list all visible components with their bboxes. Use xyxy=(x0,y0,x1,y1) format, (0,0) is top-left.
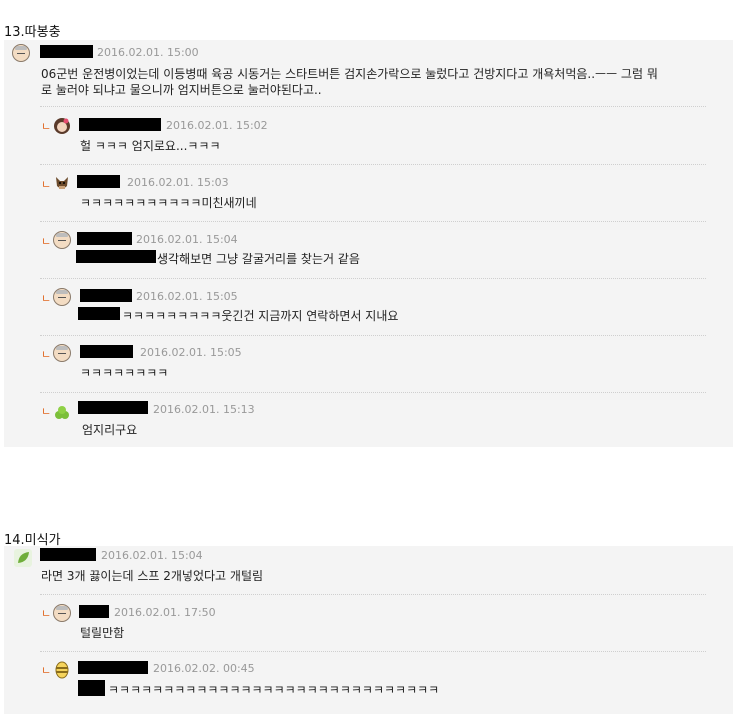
redacted-username[interactable] xyxy=(78,661,148,674)
comment-date: 2016.02.01. 15:03 xyxy=(127,176,229,189)
comment-date: 2016.02.01. 15:05 xyxy=(140,346,242,359)
comment-text: 엄지리구요 xyxy=(82,423,138,437)
reply-arrow-icon: ㄴ xyxy=(41,607,52,620)
comment-text: 라면 3개 끓이는데 스프 2개넣었다고 개털림 xyxy=(41,569,264,583)
reply-arrow-icon: ㄴ xyxy=(41,178,52,191)
comment-date: 2016.02.01. 15:04 xyxy=(101,549,203,562)
comment-date: 2016.02.01. 15:05 xyxy=(136,290,238,303)
divider xyxy=(40,335,706,336)
girl-avatar-icon[interactable] xyxy=(53,117,71,135)
divider xyxy=(40,221,706,222)
comment-text: ㅋㅋㅋㅋㅋㅋㅋㅋㅋㅋㅋ미친새끼네 xyxy=(80,196,257,210)
comment-text: ㅋㅋㅋㅋㅋㅋㅋㅋ xyxy=(80,366,169,380)
comment-date: 2016.02.02. 00:45 xyxy=(153,662,255,675)
section-title: 13.따봉충 xyxy=(4,25,61,40)
redacted-username[interactable] xyxy=(78,401,148,414)
redacted-mention xyxy=(76,250,156,263)
comment-date: 2016.02.01. 15:00 xyxy=(97,46,199,59)
redacted-mention xyxy=(78,307,120,320)
redacted-username[interactable] xyxy=(77,232,132,245)
reply-arrow-icon: ㄴ xyxy=(41,664,52,677)
reply-arrow-icon: ㄴ xyxy=(41,348,52,361)
redacted-username[interactable] xyxy=(40,45,93,58)
reply-arrow-icon: ㄴ xyxy=(41,120,52,133)
comment-text: 털릴만함 xyxy=(80,626,125,640)
redacted-username[interactable] xyxy=(80,345,133,358)
divider xyxy=(40,651,706,652)
reply-arrow-icon: ㄴ xyxy=(41,405,52,418)
divider xyxy=(40,106,706,107)
divider xyxy=(40,392,706,393)
clover-icon[interactable] xyxy=(53,404,71,422)
leaf-icon[interactable] xyxy=(14,549,32,567)
redacted-mention xyxy=(78,680,105,696)
elder-face-icon[interactable] xyxy=(12,44,30,62)
reply-arrow-icon: ㄴ xyxy=(41,292,52,305)
comment-date: 2016.02.01. 17:50 xyxy=(114,606,216,619)
comment-date: 2016.02.01. 15:02 xyxy=(166,119,268,132)
reply-arrow-icon: ㄴ xyxy=(41,235,52,248)
elder-face-icon[interactable] xyxy=(53,344,71,362)
elder-face-icon[interactable] xyxy=(53,288,71,306)
divider xyxy=(40,278,706,279)
comment-date: 2016.02.01. 15:13 xyxy=(153,403,255,416)
dog-avatar-icon[interactable] xyxy=(53,174,71,192)
redacted-username[interactable] xyxy=(80,289,132,302)
bee-icon[interactable] xyxy=(53,661,71,679)
redacted-username[interactable] xyxy=(77,175,120,188)
elder-face-icon[interactable] xyxy=(53,604,71,622)
comment-text: 06군번 운전병이었는데 이등병때 육공 시동거는 스타트버튼 검지손가락으로 … xyxy=(41,67,658,81)
comment-text: 생각해보면 그냥 갈굴거리를 찾는거 같음 xyxy=(157,252,360,266)
redacted-username[interactable] xyxy=(79,605,109,618)
comment-text: 헐 ㅋㅋㅋ 엄지로요...ㅋㅋㅋ xyxy=(80,139,221,153)
comment-date: 2016.02.01. 15:04 xyxy=(136,233,238,246)
redacted-username[interactable] xyxy=(79,118,161,131)
comment-text: ㅋㅋㅋㅋㅋㅋㅋㅋㅋㅋㅋㅋㅋㅋㅋㅋㅋㅋㅋㅋㅋㅋㅋㅋㅋㅋㅋㅋㅋㅋ xyxy=(108,683,440,697)
divider xyxy=(40,594,706,595)
redacted-username[interactable] xyxy=(40,548,96,561)
elder-face-icon[interactable] xyxy=(53,231,71,249)
divider xyxy=(40,164,706,165)
comment-text: ㅋㅋㅋㅋㅋㅋㅋㅋㅋ웃긴건 지금까지 연락하면서 지내요 xyxy=(122,309,399,323)
comment-text: 로 눌러야 되냐고 물으니까 엄지버튼으로 눌러야된다고.. xyxy=(41,83,322,97)
